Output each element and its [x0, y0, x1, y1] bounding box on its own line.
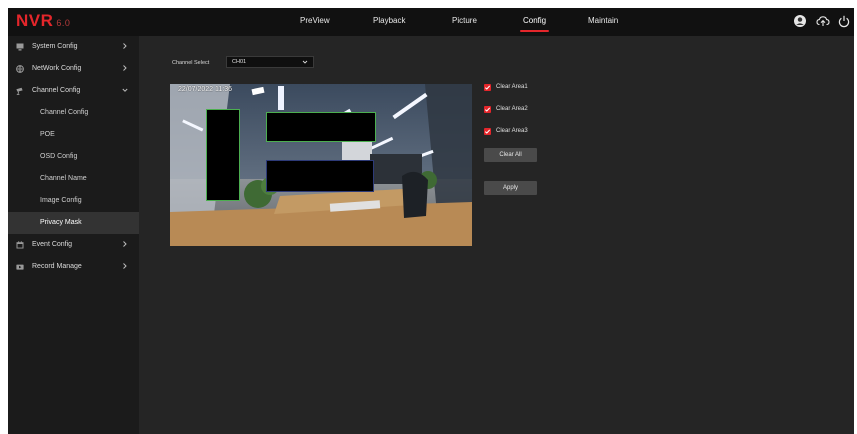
clear-area2-checkbox[interactable]	[484, 106, 491, 113]
sidebar-subitem-channel-name[interactable]: Channel Name	[8, 168, 139, 190]
chevron-right-icon	[121, 41, 129, 51]
sidebar-item-label: System Config	[32, 43, 78, 50]
main-content: Channel Select CH01 22/07/2022 11:36 Cle…	[139, 36, 854, 434]
sidebar-item-event-config[interactable]: Event Config	[8, 234, 139, 256]
clear-area3-checkbox[interactable]	[484, 128, 491, 135]
globe-icon	[16, 65, 24, 74]
logo-text: NVR	[16, 11, 54, 30]
sidebar-subitem-label: Channel Config	[40, 109, 89, 116]
nav-maintain[interactable]: Maintain	[588, 16, 618, 25]
sidebar-item-record-manage[interactable]: Record Manage	[8, 256, 139, 278]
privacy-mask-area-1[interactable]	[206, 109, 240, 201]
top-bar: NVR 6.0 PreView Playback Picture Config M…	[8, 8, 854, 36]
video-icon	[16, 263, 24, 271]
clear-all-button[interactable]: Clear All	[484, 148, 537, 162]
chevron-right-icon	[121, 63, 129, 73]
privacy-mask-area-3[interactable]	[266, 160, 374, 192]
cloud-upload-icon[interactable]	[816, 14, 830, 28]
sidebar-item-channel-config[interactable]: Channel Config	[8, 80, 139, 102]
apply-button[interactable]: Apply	[484, 181, 537, 195]
clear-area2-label: Clear Area2	[496, 106, 528, 112]
calendar-icon	[16, 241, 24, 249]
user-avatar-icon[interactable]	[793, 14, 807, 28]
sidebar-item-label: Event Config	[32, 241, 73, 248]
monitor-icon	[16, 43, 24, 51]
camera-preview[interactable]: 22/07/2022 11:36	[170, 84, 472, 246]
app-window: NVR 6.0 PreView Playback Picture Config M…	[8, 8, 854, 434]
nav-picture[interactable]: Picture	[452, 16, 477, 25]
camera-icon	[16, 87, 24, 95]
sidebar-item-network-config[interactable]: NetWork Config	[8, 58, 139, 80]
clear-area1-label: Clear Area1	[496, 84, 528, 90]
sidebar-item-system-config[interactable]: System Config	[8, 36, 139, 58]
osd-timestamp: 22/07/2022 11:36	[178, 86, 232, 93]
nav-preview[interactable]: PreView	[300, 16, 330, 25]
nav-active-underline	[520, 30, 550, 32]
nav-playback[interactable]: Playback	[373, 16, 405, 25]
sidebar: System Config NetWork Config Channel Con…	[8, 36, 139, 434]
sidebar-subitem-label: Image Config	[40, 197, 82, 204]
sidebar-subitem-image-config[interactable]: Image Config	[8, 190, 139, 212]
nav-config[interactable]: Config	[520, 16, 550, 32]
sidebar-item-label: Channel Config	[32, 87, 81, 94]
nvr-logo: NVR 6.0	[16, 11, 70, 31]
channel-select-label: Channel Select	[172, 60, 210, 66]
clear-area3-label: Clear Area3	[496, 128, 528, 134]
channel-select-dropdown[interactable]: CH01	[226, 56, 314, 68]
nav-config-label: Config	[523, 16, 547, 25]
channel-select-value: CH01	[232, 59, 247, 65]
logo-version: 6.0	[56, 18, 71, 28]
sidebar-subitem-privacy-mask[interactable]: Privacy Mask	[8, 212, 139, 234]
sidebar-subitem-osd-config[interactable]: OSD Config	[8, 146, 139, 168]
chevron-right-icon	[121, 261, 129, 271]
chevron-right-icon	[121, 239, 129, 249]
sidebar-subitem-label: POE	[40, 131, 55, 138]
sidebar-subitem-label: Privacy Mask	[40, 219, 82, 226]
sidebar-subitem-channel-config[interactable]: Channel Config	[8, 102, 139, 124]
power-icon[interactable]	[837, 14, 851, 28]
chevron-down-icon	[302, 59, 308, 65]
sidebar-item-label: Record Manage	[32, 263, 82, 270]
sidebar-subitem-label: Channel Name	[40, 175, 87, 182]
sidebar-subitem-label: OSD Config	[40, 153, 78, 160]
sidebar-item-label: NetWork Config	[32, 65, 82, 72]
sidebar-subitem-poe[interactable]: POE	[8, 124, 139, 146]
privacy-mask-area-2[interactable]	[266, 112, 376, 142]
chevron-down-icon	[121, 85, 129, 95]
clear-area1-checkbox[interactable]	[484, 84, 491, 91]
